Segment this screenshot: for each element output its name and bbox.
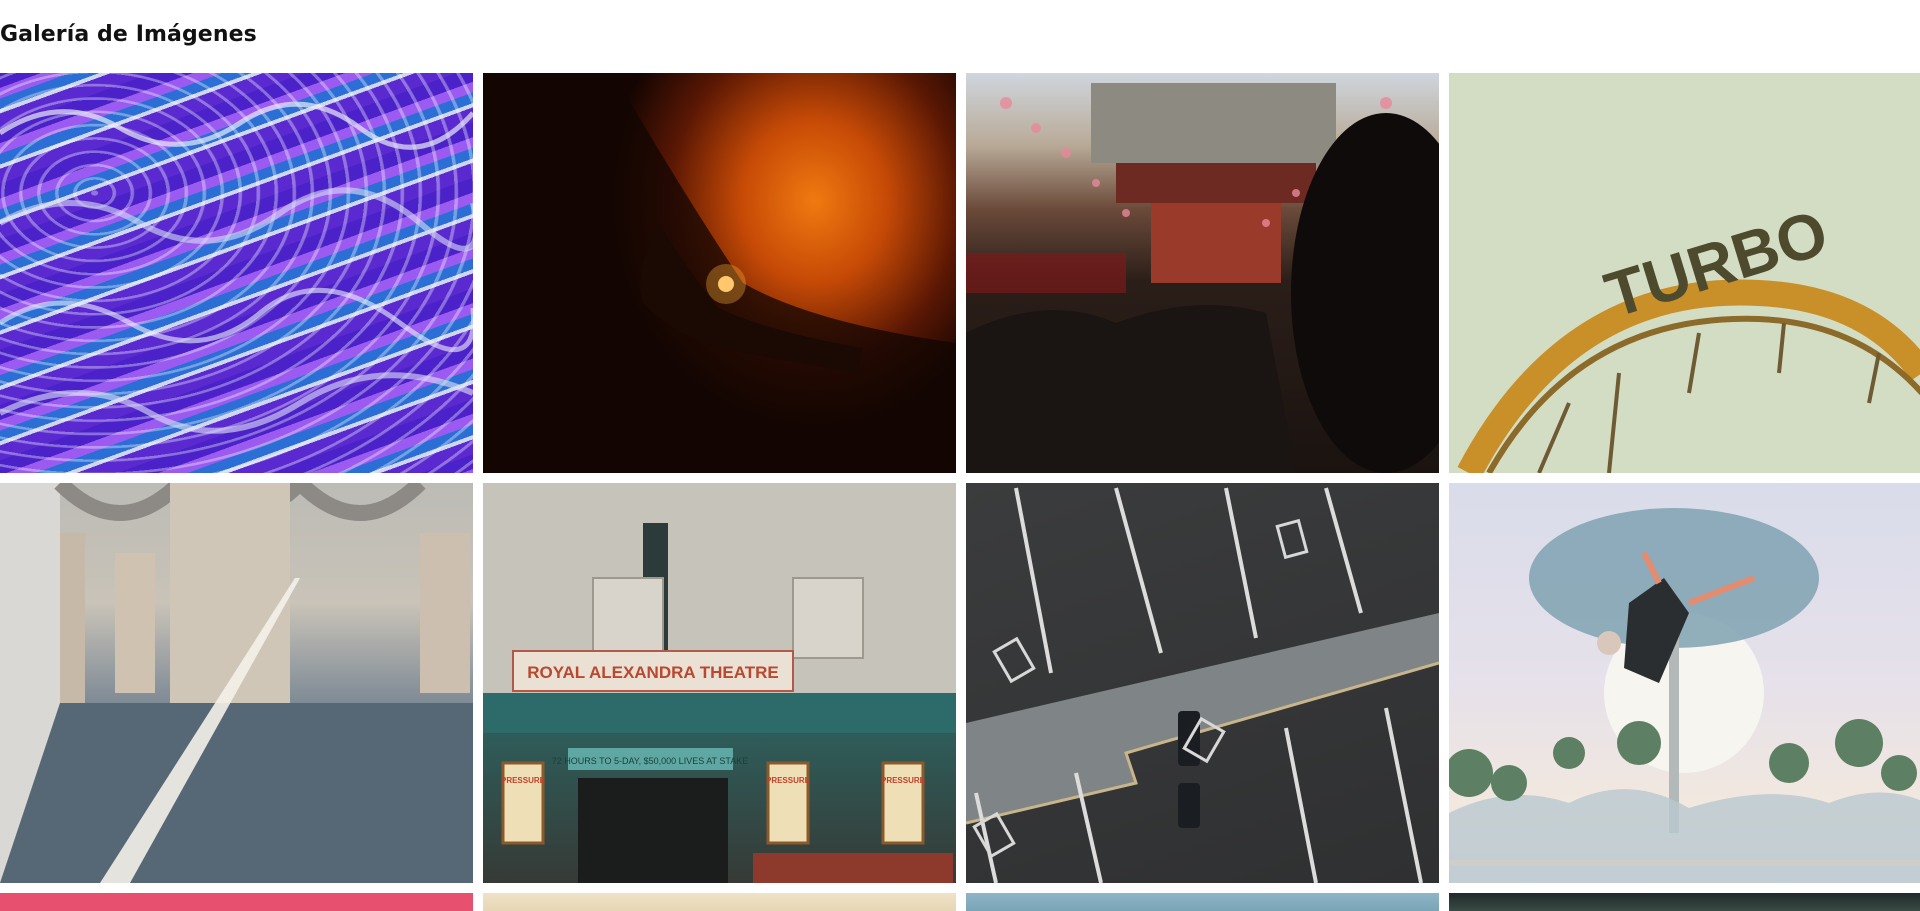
hand-light-art <box>483 73 956 473</box>
gallery-image-4[interactable]: TURBO <box>1449 73 1920 473</box>
poster-text-left: PRESSURE <box>501 776 546 785</box>
gallery-image-10[interactable] <box>483 893 956 911</box>
marquee-text: ROYAL ALEXANDRA THEATRE <box>527 663 779 682</box>
gallery-image-1[interactable] <box>0 73 473 473</box>
gallery-image-3[interactable] <box>966 73 1439 473</box>
turbo-sign-text: TURBO <box>1597 196 1836 331</box>
theatre-art: ROYAL ALEXANDRA THEATRE 72 HOURS TO 5-DA… <box>483 483 956 883</box>
gallery-image-8[interactable] <box>1449 483 1920 883</box>
parking-lot-art <box>966 487 1439 883</box>
gallery-image-6[interactable]: ROYAL ALEXANDRA THEATRE 72 HOURS TO 5-DA… <box>483 483 956 883</box>
surreal-tree-art <box>1449 508 1920 883</box>
turbo-sign-art: TURBO <box>1457 196 1920 473</box>
gallery-image-2[interactable] <box>483 73 956 473</box>
poster-text-right: PRESSURE <box>881 776 926 785</box>
gallery-image-12[interactable] <box>1449 893 1920 911</box>
gallery-image-5[interactable] <box>0 483 473 883</box>
poster-text-center: PRESSURE <box>766 776 811 785</box>
banner-text: 72 HOURS TO 5-DAY, $50,000 LIVES AT STAK… <box>552 756 748 766</box>
gallery-image-7[interactable] <box>966 483 1439 883</box>
page-title: Galería de Imágenes <box>0 22 257 47</box>
purple-waves-art <box>0 101 473 434</box>
temple-street-art <box>966 83 1439 473</box>
arcade-art <box>0 483 473 883</box>
gallery-image-9[interactable] <box>0 893 473 911</box>
gallery-image-11[interactable] <box>966 893 1439 911</box>
